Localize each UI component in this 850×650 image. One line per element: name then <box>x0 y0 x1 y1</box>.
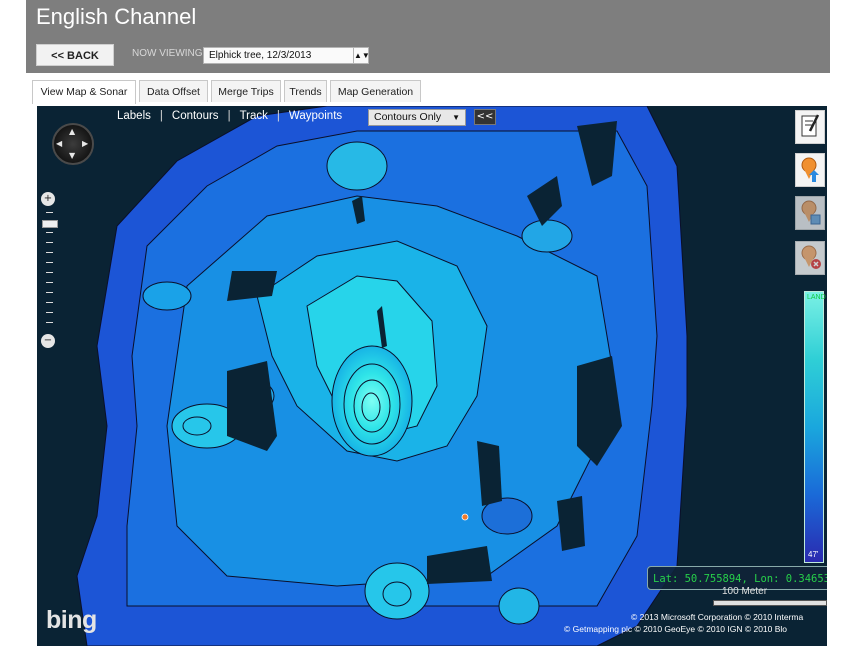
layer-track-link[interactable]: Track <box>240 110 268 122</box>
scale-label: 100 Meter <box>722 586 768 597</box>
zoom-tick <box>46 242 53 243</box>
pan-down-icon[interactable]: ▼ <box>69 151 75 160</box>
zoom-tick <box>46 282 53 283</box>
legend-land-label: LAND <box>807 294 826 301</box>
separator: | <box>276 110 280 122</box>
zoom-tick <box>46 252 53 253</box>
trip-select[interactable]: Elphick tree, 12/3/2013 ▲▼ <box>203 47 370 64</box>
contour-mode-select[interactable]: Contours Only ▼ <box>368 109 466 126</box>
layer-toggle-bar: Labels | Contours | Track | Waypoints <box>117 110 342 122</box>
legend-min-depth: 47' <box>808 550 819 559</box>
zoom-tick <box>46 302 53 303</box>
layer-contours-link[interactable]: Contours <box>172 110 219 122</box>
add-waypoint-icon <box>801 157 819 182</box>
sonar-map[interactable]: Labels | Contours | Track | Waypoints Contours… <box>37 106 827 646</box>
tab-merge-trips[interactable]: Merge Trips <box>211 80 281 102</box>
contour-map-graphic <box>37 106 827 646</box>
delete-waypoint-icon <box>801 245 821 269</box>
tab-view-map-sonar[interactable]: View Map & Sonar <box>32 80 136 104</box>
zoom-out-icon[interactable]: − <box>41 334 55 348</box>
map-copyright: © Getmapping plc © 2010 GeoEye © 2010 IG… <box>564 624 788 634</box>
zoom-slider-thumb[interactable] <box>42 220 58 228</box>
save-waypoint-icon <box>801 200 821 225</box>
map-copyright: © 2013 Microsoft Corporation © 2010 Inte… <box>631 612 804 622</box>
collapse-toolbar-button[interactable]: << <box>474 109 496 125</box>
chevron-down-icon: ▼ <box>452 113 460 122</box>
zoom-slider[interactable]: + − <box>41 192 58 352</box>
layer-waypoints-link[interactable]: Waypoints <box>289 110 342 122</box>
zoom-in-icon[interactable]: + <box>41 192 55 206</box>
zoom-tick <box>46 212 53 213</box>
tab-data-offset[interactable]: Data Offset <box>139 80 208 102</box>
trip-select-value: Elphick tree, 12/3/2013 <box>209 50 312 61</box>
separator: | <box>227 110 231 122</box>
zoom-tick <box>46 232 53 233</box>
layer-labels-link[interactable]: Labels <box>117 110 151 122</box>
separator: | <box>159 110 163 122</box>
zoom-tick <box>46 322 53 323</box>
bing-logo: bing <box>46 606 97 634</box>
scale-bar <box>713 600 827 606</box>
delete-waypoint-button[interactable] <box>795 241 825 275</box>
pan-left-icon[interactable]: ◀ <box>56 139 62 148</box>
tab-map-generation[interactable]: Map Generation <box>330 80 421 102</box>
back-button[interactable]: << BACK <box>36 44 114 66</box>
pan-up-icon[interactable]: ▲ <box>69 127 75 136</box>
zoom-tick <box>46 272 53 273</box>
compass-pan-icon[interactable]: ▲ ▼ ◀ ▶ <box>52 123 94 165</box>
tab-trends[interactable]: Trends <box>284 80 327 102</box>
zoom-tick <box>46 292 53 293</box>
chevron-updown-icon: ▲▼ <box>353 48 370 63</box>
now-viewing-label: NOW VIEWING: <box>132 48 206 59</box>
save-waypoint-button[interactable] <box>795 196 825 230</box>
zoom-tick <box>46 262 53 263</box>
notes-edit-button[interactable] <box>795 110 825 144</box>
page-title: English Channel <box>36 4 197 29</box>
header-bar: English Channel << BACK NOW VIEWING: Elp… <box>26 0 830 73</box>
pan-right-icon[interactable]: ▶ <box>82 139 88 148</box>
contour-mode-value: Contours Only <box>374 111 442 123</box>
notes-edit-icon <box>801 114 820 137</box>
zoom-tick <box>46 312 53 313</box>
add-waypoint-button[interactable] <box>795 153 825 187</box>
depth-legend: LAND 47' <box>804 291 826 563</box>
